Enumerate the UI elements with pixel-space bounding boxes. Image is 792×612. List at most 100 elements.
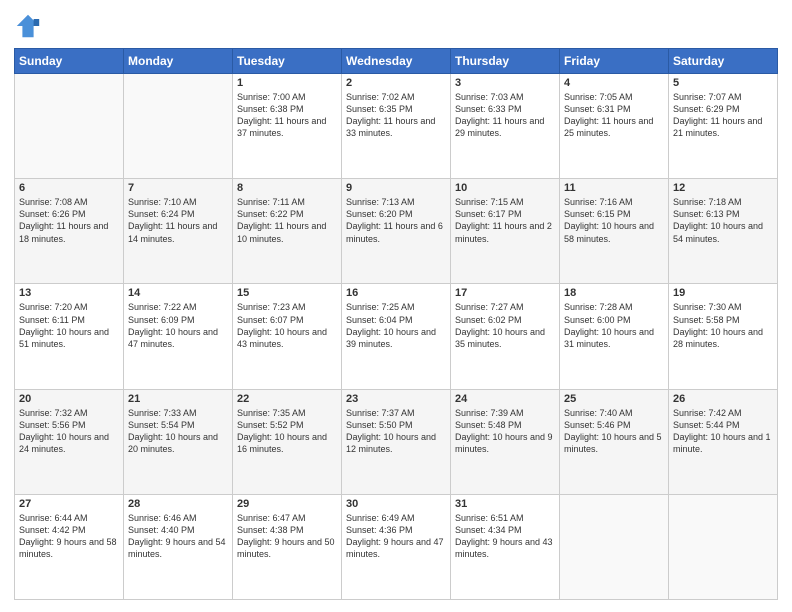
day-number: 21 xyxy=(128,393,228,405)
cell-info: Sunrise: 7:42 AM Sunset: 5:44 PM Dayligh… xyxy=(673,407,773,456)
calendar-cell-w1-d6: 4Sunrise: 7:05 AM Sunset: 6:31 PM Daylig… xyxy=(560,74,669,179)
cell-info: Sunrise: 7:33 AM Sunset: 5:54 PM Dayligh… xyxy=(128,407,228,456)
calendar-cell-w4-d1: 20Sunrise: 7:32 AM Sunset: 5:56 PM Dayli… xyxy=(15,389,124,494)
cell-info: Sunrise: 7:27 AM Sunset: 6:02 PM Dayligh… xyxy=(455,301,555,350)
logo-icon xyxy=(14,12,42,40)
cell-info: Sunrise: 7:15 AM Sunset: 6:17 PM Dayligh… xyxy=(455,196,555,245)
day-number: 8 xyxy=(237,182,337,194)
page: SundayMondayTuesdayWednesdayThursdayFrid… xyxy=(0,0,792,612)
week-row-2: 6 Sunrise: 7:08 AM Sunset: 6:26 PM Daylig… xyxy=(15,179,778,284)
day-number: 17 xyxy=(455,287,555,299)
day-number: 23 xyxy=(346,393,446,405)
week-row-5: 27 Sunrise: 6:44 AM Sunset: 4:42 PM Dayli… xyxy=(15,494,778,599)
logo xyxy=(14,12,46,40)
day-number: 19 xyxy=(673,287,773,299)
calendar-cell-w3-d2: 14 Sunrise: 7:22 AM Sunset: 6:09 PM Dayli… xyxy=(124,284,233,389)
day-number: 22 xyxy=(237,393,337,405)
week-row-1: 1 Sunrise: 7:00 AM Sunset: 6:38 PM Daylig… xyxy=(15,74,778,179)
day-number: 20 xyxy=(19,393,119,405)
day-number: 7 xyxy=(128,182,228,194)
day-number: 15 xyxy=(237,287,337,299)
calendar-cell-w3-d3: 15 Sunrise: 7:23 AM Sunset: 6:07 PM Dayli… xyxy=(233,284,342,389)
cell-info: Sunrise: 7:40 AM Sunset: 5:46 PM Dayligh… xyxy=(564,407,664,456)
day-number: 9 xyxy=(346,182,446,194)
day-number: 30 xyxy=(346,498,446,510)
day-number: 24 xyxy=(455,393,555,405)
calendar-cell-w3-d4: 16Sunrise: 7:25 AM Sunset: 6:04 PM Dayli… xyxy=(342,284,451,389)
calendar-cell-w5-d4: 30 Sunrise: 6:49 AM Sunset: 4:36 PM Dayli… xyxy=(342,494,451,599)
calendar-cell-w1-d3: 1 Sunrise: 7:00 AM Sunset: 6:38 PM Daylig… xyxy=(233,74,342,179)
calendar-cell-w5-d6 xyxy=(560,494,669,599)
cell-info: Sunrise: 7:18 AM Sunset: 6:13 PM Dayligh… xyxy=(673,196,773,245)
calendar-cell-w1-d4: 2 Sunrise: 7:02 AM Sunset: 6:35 PM Daylig… xyxy=(342,74,451,179)
weekday-header-monday: Monday xyxy=(124,49,233,74)
day-number: 6 xyxy=(19,182,119,194)
calendar-cell-w4-d6: 25 Sunrise: 7:40 AM Sunset: 5:46 PM Dayli… xyxy=(560,389,669,494)
day-number: 2 xyxy=(346,77,446,89)
cell-info: Sunrise: 7:28 AM Sunset: 6:00 PM Dayligh… xyxy=(564,301,664,350)
day-number: 28 xyxy=(128,498,228,510)
weekday-header-wednesday: Wednesday xyxy=(342,49,451,74)
day-number: 11 xyxy=(564,182,664,194)
weekday-header-friday: Friday xyxy=(560,49,669,74)
calendar-cell-w2-d5: 10Sunrise: 7:15 AM Sunset: 6:17 PM Dayli… xyxy=(451,179,560,284)
calendar-cell-w3-d5: 17 Sunrise: 7:27 AM Sunset: 6:02 PM Dayli… xyxy=(451,284,560,389)
day-number: 25 xyxy=(564,393,664,405)
day-number: 13 xyxy=(19,287,119,299)
calendar-cell-w3-d1: 13 Sunrise: 7:20 AM Sunset: 6:11 PM Dayli… xyxy=(15,284,124,389)
day-number: 1 xyxy=(237,77,337,89)
calendar-cell-w5-d5: 31Sunrise: 6:51 AM Sunset: 4:34 PM Dayli… xyxy=(451,494,560,599)
calendar-cell-w5-d2: 28 Sunrise: 6:46 AM Sunset: 4:40 PM Dayli… xyxy=(124,494,233,599)
cell-info: Sunrise: 7:11 AM Sunset: 6:22 PM Dayligh… xyxy=(237,196,337,245)
calendar-cell-w5-d1: 27 Sunrise: 6:44 AM Sunset: 4:42 PM Dayli… xyxy=(15,494,124,599)
cell-info: Sunrise: 7:22 AM Sunset: 6:09 PM Dayligh… xyxy=(128,301,228,350)
cell-info: Sunrise: 6:47 AM Sunset: 4:38 PM Dayligh… xyxy=(237,512,337,561)
calendar-cell-w2-d7: 12 Sunrise: 7:18 AM Sunset: 6:13 PM Dayli… xyxy=(669,179,778,284)
calendar-cell-w1-d2 xyxy=(124,74,233,179)
weekday-header-saturday: Saturday xyxy=(669,49,778,74)
week-row-4: 20Sunrise: 7:32 AM Sunset: 5:56 PM Dayli… xyxy=(15,389,778,494)
cell-info: Sunrise: 7:25 AM Sunset: 6:04 PM Dayligh… xyxy=(346,301,446,350)
cell-info: Sunrise: 7:00 AM Sunset: 6:38 PM Dayligh… xyxy=(237,91,337,140)
calendar-cell-w2-d2: 7 Sunrise: 7:10 AM Sunset: 6:24 PM Daylig… xyxy=(124,179,233,284)
day-number: 31 xyxy=(455,498,555,510)
calendar-cell-w2-d6: 11 Sunrise: 7:16 AM Sunset: 6:15 PM Dayli… xyxy=(560,179,669,284)
cell-info: Sunrise: 7:35 AM Sunset: 5:52 PM Dayligh… xyxy=(237,407,337,456)
calendar-cell-w1-d5: 3Sunrise: 7:03 AM Sunset: 6:33 PM Daylig… xyxy=(451,74,560,179)
day-number: 27 xyxy=(19,498,119,510)
cell-info: Sunrise: 6:46 AM Sunset: 4:40 PM Dayligh… xyxy=(128,512,228,561)
weekday-header-thursday: Thursday xyxy=(451,49,560,74)
calendar-cell-w4-d4: 23Sunrise: 7:37 AM Sunset: 5:50 PM Dayli… xyxy=(342,389,451,494)
cell-info: Sunrise: 6:49 AM Sunset: 4:36 PM Dayligh… xyxy=(346,512,446,561)
week-row-3: 13 Sunrise: 7:20 AM Sunset: 6:11 PM Dayli… xyxy=(15,284,778,389)
calendar-cell-w1-d1 xyxy=(15,74,124,179)
cell-info: Sunrise: 7:20 AM Sunset: 6:11 PM Dayligh… xyxy=(19,301,119,350)
cell-info: Sunrise: 7:08 AM Sunset: 6:26 PM Dayligh… xyxy=(19,196,119,245)
cell-info: Sunrise: 7:30 AM Sunset: 5:58 PM Dayligh… xyxy=(673,301,773,350)
calendar-cell-w2-d1: 6 Sunrise: 7:08 AM Sunset: 6:26 PM Daylig… xyxy=(15,179,124,284)
day-number: 3 xyxy=(455,77,555,89)
day-number: 14 xyxy=(128,287,228,299)
cell-info: Sunrise: 7:39 AM Sunset: 5:48 PM Dayligh… xyxy=(455,407,555,456)
cell-info: Sunrise: 7:10 AM Sunset: 6:24 PM Dayligh… xyxy=(128,196,228,245)
calendar-table: SundayMondayTuesdayWednesdayThursdayFrid… xyxy=(14,48,778,600)
calendar-cell-w4-d7: 26 Sunrise: 7:42 AM Sunset: 5:44 PM Dayli… xyxy=(669,389,778,494)
header xyxy=(14,12,778,40)
calendar-cell-w2-d3: 8 Sunrise: 7:11 AM Sunset: 6:22 PM Daylig… xyxy=(233,179,342,284)
cell-info: Sunrise: 7:23 AM Sunset: 6:07 PM Dayligh… xyxy=(237,301,337,350)
cell-info: Sunrise: 6:44 AM Sunset: 4:42 PM Dayligh… xyxy=(19,512,119,561)
cell-info: Sunrise: 7:02 AM Sunset: 6:35 PM Dayligh… xyxy=(346,91,446,140)
cell-info: Sunrise: 7:13 AM Sunset: 6:20 PM Dayligh… xyxy=(346,196,446,245)
cell-info: Sunrise: 7:16 AM Sunset: 6:15 PM Dayligh… xyxy=(564,196,664,245)
cell-info: Sunrise: 7:07 AM Sunset: 6:29 PM Dayligh… xyxy=(673,91,773,140)
day-number: 12 xyxy=(673,182,773,194)
day-number: 5 xyxy=(673,77,773,89)
calendar-cell-w1-d7: 5 Sunrise: 7:07 AM Sunset: 6:29 PM Daylig… xyxy=(669,74,778,179)
calendar-cell-w4-d5: 24 Sunrise: 7:39 AM Sunset: 5:48 PM Dayli… xyxy=(451,389,560,494)
day-number: 26 xyxy=(673,393,773,405)
day-number: 4 xyxy=(564,77,664,89)
calendar-cell-w4-d3: 22 Sunrise: 7:35 AM Sunset: 5:52 PM Dayli… xyxy=(233,389,342,494)
calendar-cell-w5-d7 xyxy=(669,494,778,599)
day-number: 29 xyxy=(237,498,337,510)
calendar-cell-w2-d4: 9 Sunrise: 7:13 AM Sunset: 6:20 PM Daylig… xyxy=(342,179,451,284)
